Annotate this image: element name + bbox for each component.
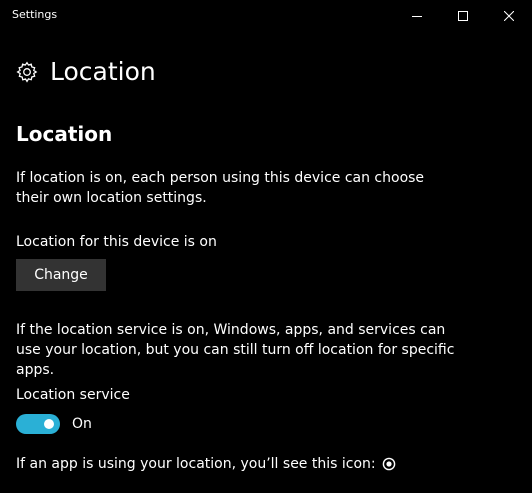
location-service-toggle[interactable]	[16, 414, 60, 434]
change-button[interactable]: Change	[16, 259, 106, 291]
minimize-button[interactable]	[394, 0, 440, 31]
location-service-label: Location service	[16, 387, 130, 403]
close-icon	[504, 10, 514, 21]
gear-icon	[16, 61, 38, 83]
close-button[interactable]	[486, 0, 532, 31]
location-section: Location If location is on, each person …	[16, 120, 516, 472]
location-in-use-row: If an app is using your location, you’ll…	[16, 454, 396, 474]
page-title: Location	[50, 57, 156, 86]
section-title: Location	[16, 122, 113, 146]
location-service-description: If the location service is on, Windows, …	[16, 322, 455, 378]
location-service-toggle-row: On	[16, 414, 92, 434]
toggle-state-label: On	[72, 416, 92, 432]
window-title: Settings	[12, 8, 58, 21]
device-location-status: Location for this device is on	[16, 234, 217, 250]
maximize-icon	[458, 10, 468, 21]
minimize-icon	[412, 15, 422, 17]
toggle-knob	[44, 419, 54, 429]
location-intro-text: If location is on, each person using thi…	[16, 170, 425, 206]
title-bar: Settings	[0, 0, 532, 31]
location-in-use-icon	[382, 457, 395, 471]
page-header: Location	[16, 56, 156, 88]
maximize-button[interactable]	[440, 0, 486, 31]
location-in-use-text: If an app is using your location, you’ll…	[16, 456, 376, 472]
